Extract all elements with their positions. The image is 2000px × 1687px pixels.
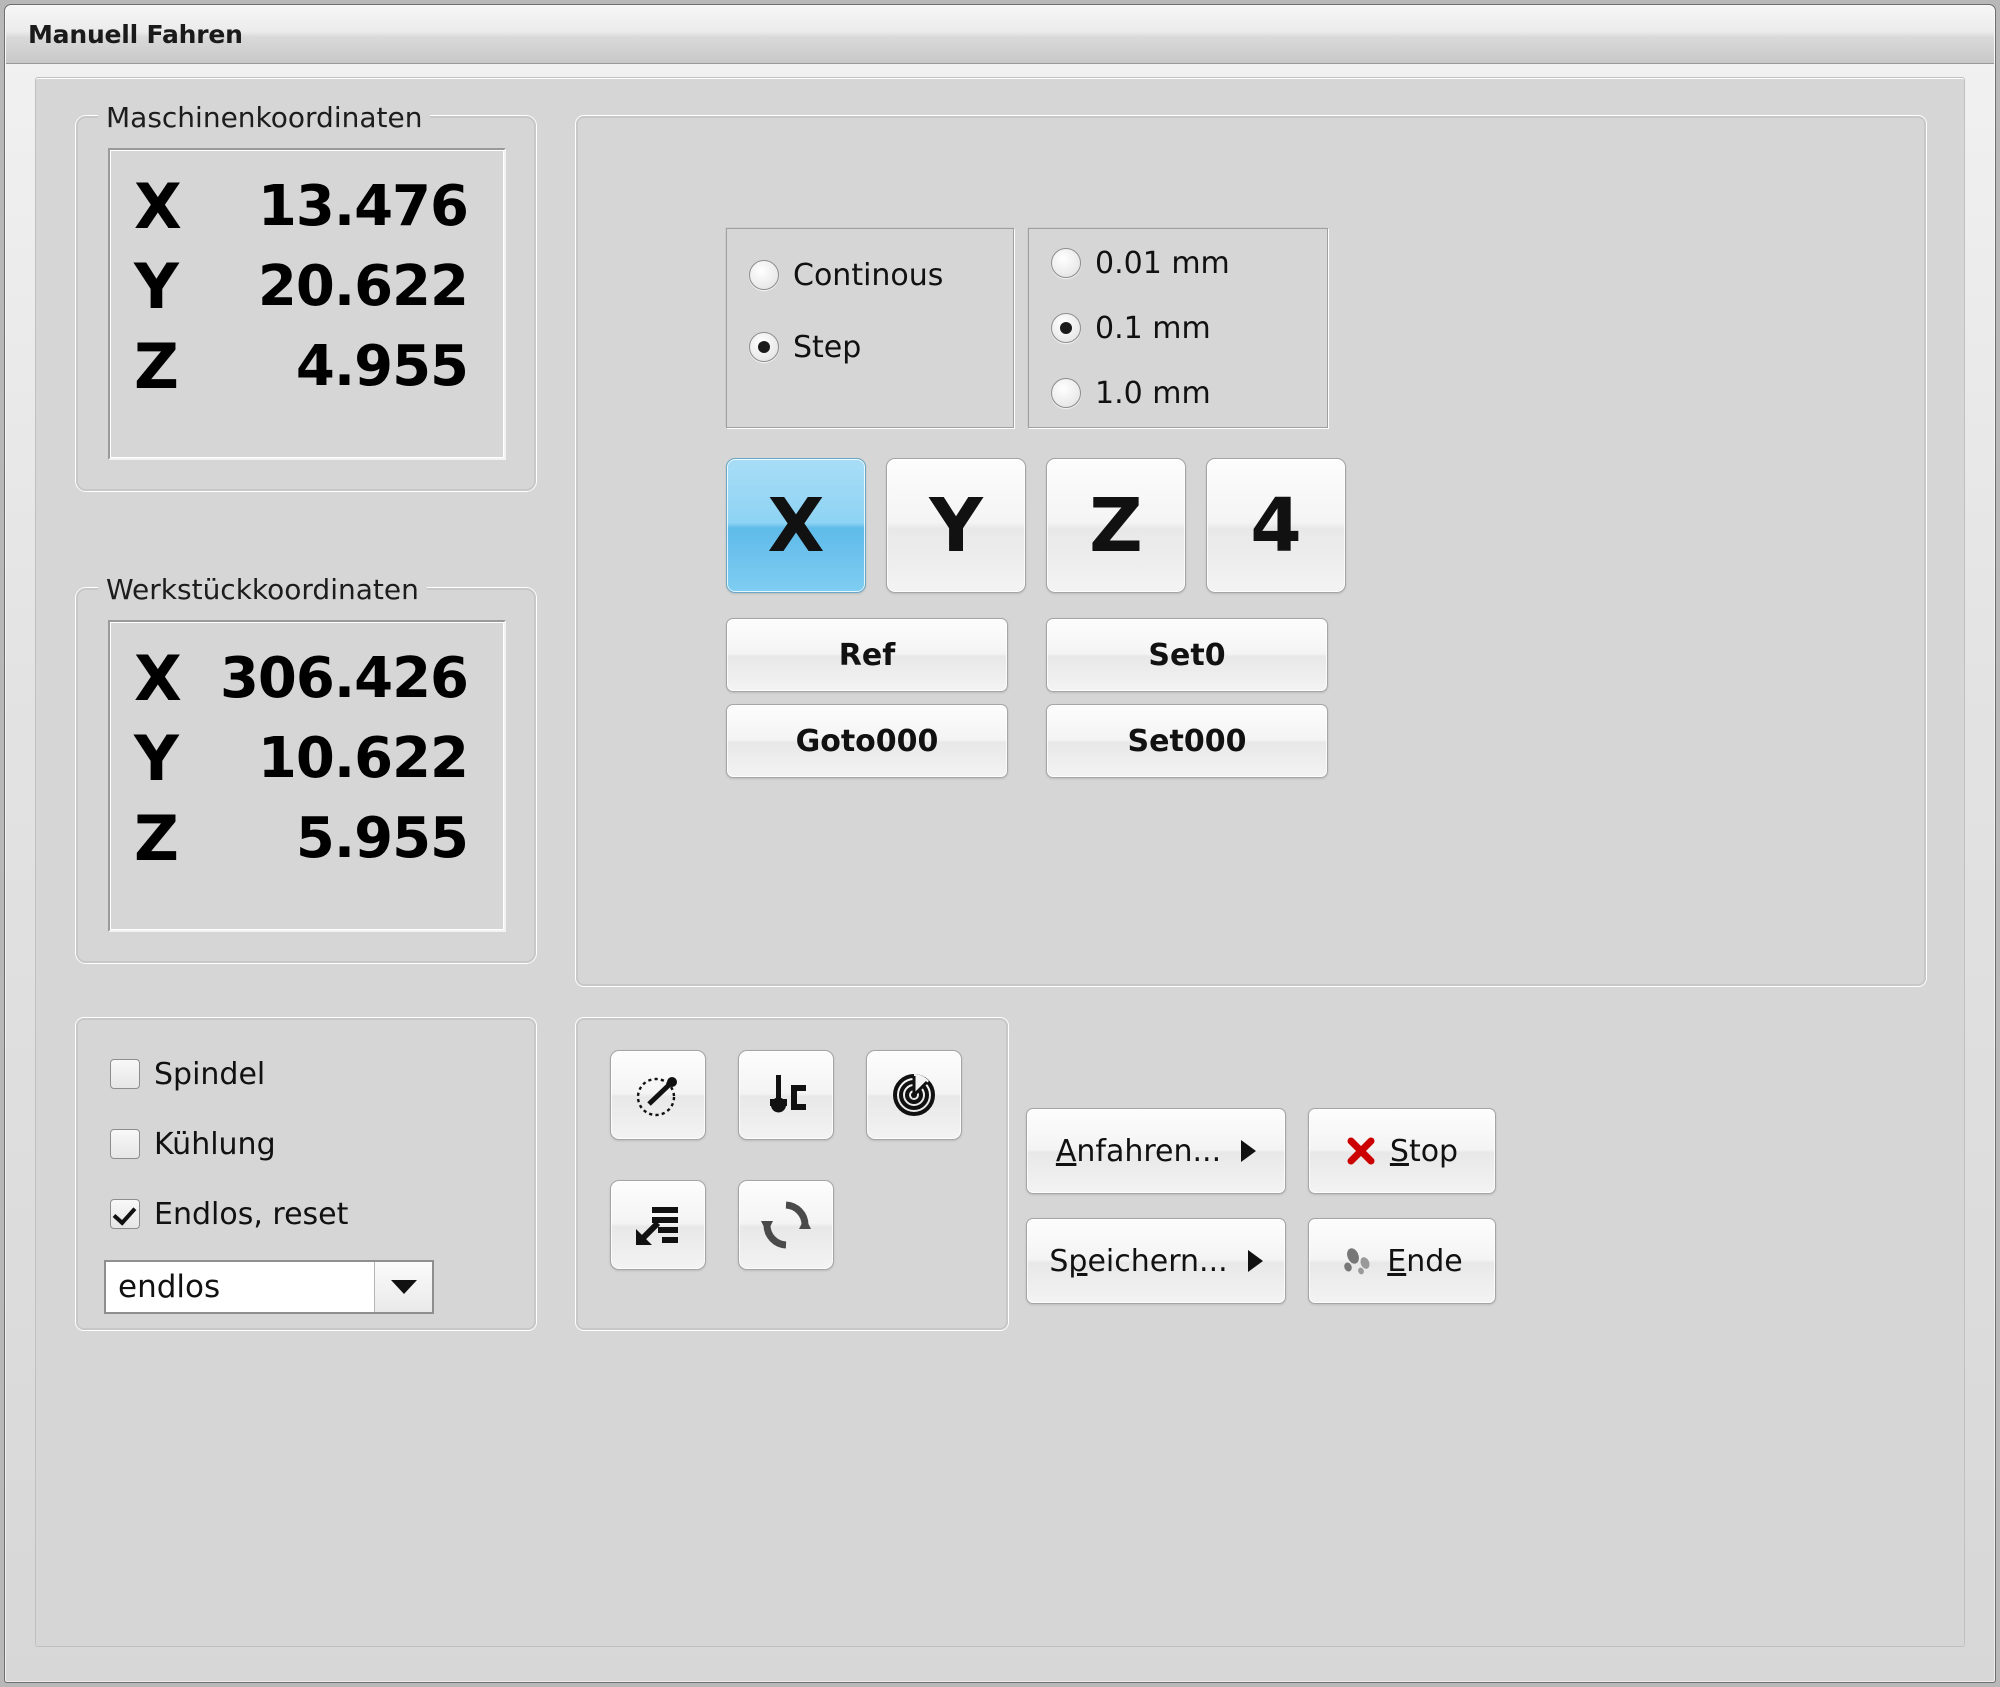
- ref-button[interactable]: Ref: [726, 618, 1008, 692]
- step-size-group: 0.01 mm 0.1 mm 1.0 mm: [1028, 228, 1328, 428]
- machine-coordinates-legend: Maschinenkoordinaten: [98, 101, 430, 134]
- window-title: Manuell Fahren: [28, 20, 243, 49]
- endlos-reset-checkbox-box[interactable]: [110, 1199, 140, 1229]
- workpiece-coord-row-z: Z 5.955: [110, 802, 504, 876]
- tool-icon-panel: [576, 1018, 1008, 1330]
- spiral-icon: [889, 1070, 939, 1120]
- endlos-combobox[interactable]: endlos: [104, 1260, 434, 1314]
- step-001mm-label: 0.01 mm: [1095, 246, 1230, 281]
- step-001mm-radio-dot[interactable]: [1051, 248, 1081, 278]
- set000-button[interactable]: Set000: [1046, 704, 1328, 778]
- machine-toggles-panel: Spindel Kühlung Endlos, reset endlos: [76, 1018, 536, 1330]
- machine-coord-row-x: X 13.476: [110, 170, 504, 244]
- checkbox-kuehlung[interactable]: Kühlung: [110, 1124, 276, 1164]
- radio-step-01mm[interactable]: 0.1 mm: [1051, 308, 1211, 348]
- axis-button-4[interactable]: 4: [1206, 458, 1346, 593]
- axis-button-z[interactable]: Z: [1046, 458, 1186, 593]
- machine-axis-label-x: X: [110, 176, 220, 238]
- radio-step-001mm[interactable]: 0.01 mm: [1051, 243, 1230, 283]
- footprints-icon: [1341, 1246, 1373, 1276]
- machine-axis-value-y: 20.622: [220, 259, 504, 315]
- radio-step-10mm[interactable]: 1.0 mm: [1051, 373, 1211, 413]
- anfahren-label: Anfahren...: [1056, 1134, 1221, 1169]
- step-radio-dot[interactable]: [749, 332, 779, 362]
- machine-axis-value-x: 13.476: [220, 179, 504, 235]
- workpiece-coord-row-x: X 306.426: [110, 642, 504, 716]
- radio-continous[interactable]: Continous: [749, 255, 943, 295]
- refresh-circle-icon-button[interactable]: [738, 1180, 834, 1270]
- machine-coord-row-z: Z 4.955: [110, 330, 504, 404]
- step-01mm-radio-dot[interactable]: [1051, 313, 1081, 343]
- arrow-to-list-icon: [632, 1199, 684, 1251]
- goto000-button[interactable]: Goto000: [726, 704, 1008, 778]
- machine-axis-value-z: 4.955: [220, 339, 504, 395]
- machine-axis-label-y: Y: [110, 256, 220, 318]
- chevron-right-icon-2: [1248, 1250, 1263, 1272]
- workpiece-axis-label-z: Z: [110, 808, 220, 870]
- titlebar: Manuell Fahren: [6, 6, 1994, 64]
- workpiece-axis-value-y: 10.622: [220, 731, 504, 787]
- spiral-icon-button[interactable]: [866, 1050, 962, 1140]
- endlos-combobox-value[interactable]: endlos: [106, 1262, 374, 1312]
- machine-coordinates-group: Maschinenkoordinaten X 13.476 Y 20.622 Z…: [76, 116, 536, 491]
- endlos-reset-label: Endlos, reset: [154, 1197, 348, 1232]
- workpiece-coord-row-y: Y 10.622: [110, 722, 504, 796]
- stop-label: Stop: [1390, 1134, 1458, 1169]
- workpiece-axis-value-z: 5.955: [220, 811, 504, 867]
- workpiece-coordinates-readout: X 306.426 Y 10.622 Z 5.955: [108, 620, 506, 932]
- speichern-button[interactable]: Speichern...: [1026, 1218, 1286, 1304]
- continous-radio-dot[interactable]: [749, 260, 779, 290]
- machine-coordinates-readout: X 13.476 Y 20.622 Z 4.955: [108, 148, 506, 460]
- step-10mm-label: 1.0 mm: [1095, 376, 1211, 411]
- red-x-icon: [1346, 1136, 1376, 1166]
- set0-button[interactable]: Set0: [1046, 618, 1328, 692]
- chevron-down-icon[interactable]: [374, 1262, 432, 1312]
- kuehlung-label: Kühlung: [154, 1127, 276, 1162]
- step-label: Step: [793, 330, 861, 365]
- radio-step[interactable]: Step: [749, 327, 861, 367]
- continous-label: Continous: [793, 258, 943, 293]
- window-client-area: Maschinenkoordinaten X 13.476 Y 20.622 Z…: [35, 77, 1965, 1647]
- arrow-to-list-icon-button[interactable]: [610, 1180, 706, 1270]
- checkbox-endlos-reset[interactable]: Endlos, reset: [110, 1194, 348, 1234]
- ende-label: Ende: [1387, 1244, 1462, 1279]
- axis-button-x[interactable]: X: [726, 458, 866, 593]
- anfahren-button[interactable]: Anfahren...: [1026, 1108, 1286, 1194]
- workpiece-coordinates-legend: Werkstückkoordinaten: [98, 573, 427, 606]
- spindel-label: Spindel: [154, 1057, 265, 1092]
- manual-jog-window: Manuell Fahren Maschinenkoordinaten X 13…: [4, 4, 1996, 1683]
- kuehlung-checkbox-box[interactable]: [110, 1129, 140, 1159]
- workpiece-axis-value-x: 306.426: [220, 651, 504, 707]
- refresh-circle-icon: [759, 1198, 813, 1252]
- speichern-label: Speichern...: [1049, 1244, 1227, 1279]
- step-01mm-label: 0.1 mm: [1095, 311, 1211, 346]
- checkbox-spindel[interactable]: Spindel: [110, 1054, 265, 1094]
- jog-control-panel: Continous Step 0.01 mm 0.1 mm: [576, 116, 1926, 986]
- gauge-dial-icon-button[interactable]: [610, 1050, 706, 1140]
- gauge-dial-icon: [632, 1069, 684, 1121]
- step-10mm-radio-dot[interactable]: [1051, 378, 1081, 408]
- workpiece-coordinates-group: Werkstückkoordinaten X 306.426 Y 10.622 …: [76, 588, 536, 963]
- chevron-right-icon: [1241, 1140, 1256, 1162]
- axis-button-y[interactable]: Y: [886, 458, 1026, 593]
- thermometer-celsius-icon: [758, 1069, 814, 1121]
- jog-mode-group: Continous Step: [726, 228, 1014, 428]
- stop-button[interactable]: Stop: [1308, 1108, 1496, 1194]
- spindel-checkbox-box[interactable]: [110, 1059, 140, 1089]
- workpiece-axis-label-y: Y: [110, 728, 220, 790]
- ende-button[interactable]: Ende: [1308, 1218, 1496, 1304]
- workpiece-axis-label-x: X: [110, 648, 220, 710]
- machine-coord-row-y: Y 20.622: [110, 250, 504, 324]
- machine-axis-label-z: Z: [110, 336, 220, 398]
- thermometer-celsius-icon-button[interactable]: [738, 1050, 834, 1140]
